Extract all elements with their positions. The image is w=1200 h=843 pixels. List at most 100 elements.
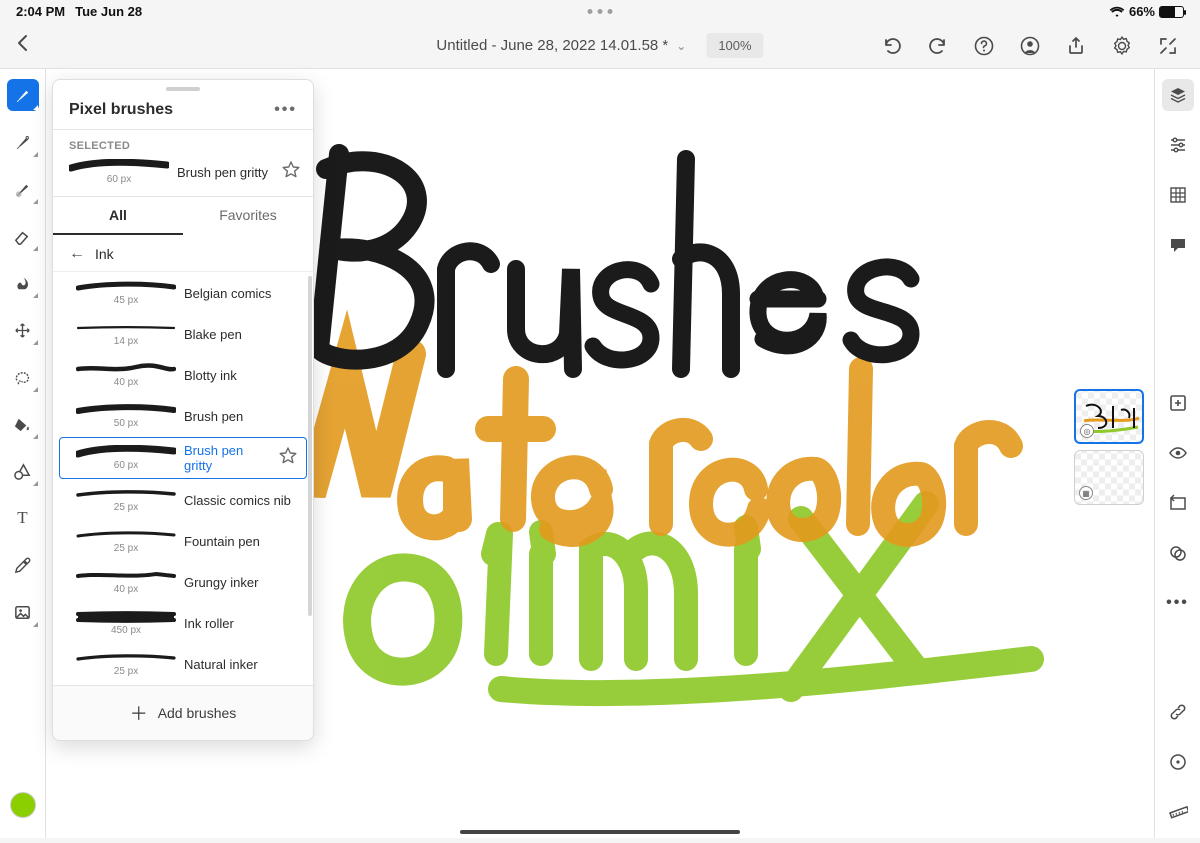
link-button[interactable] [1162, 696, 1194, 728]
brush-size: 50 px [114, 418, 138, 429]
chevron-down-icon[interactable]: ⌄ [676, 39, 686, 53]
popover-more-button[interactable]: ••• [274, 101, 297, 119]
add-layer-button[interactable] [1162, 387, 1194, 419]
ipad-status-bar: 2:04 PM Tue Jun 28 66% [0, 0, 1200, 23]
wifi-icon [1109, 6, 1125, 18]
brush-item[interactable]: 60 px Brush pen gritty [59, 437, 307, 479]
selected-brush-size: 60 px [107, 174, 131, 185]
brush-name: Fountain pen [184, 534, 298, 549]
undo-button[interactable] [882, 36, 902, 56]
battery-icon [1159, 6, 1184, 18]
status-date: Tue Jun 28 [75, 4, 142, 19]
brush-item[interactable]: 25 px Fountain pen [59, 521, 307, 561]
settings-button[interactable] [1112, 36, 1132, 56]
brush-list[interactable]: 45 px Belgian comics 14 px Blake pen 40 px Bl… [53, 272, 313, 685]
brush-name: Brush pen gritty [184, 443, 270, 473]
brush-name: Ink roller [184, 616, 298, 631]
back-button[interactable] [0, 34, 46, 58]
brush-size: 60 px [114, 460, 138, 471]
brush-size: 40 px [114, 377, 138, 388]
brush-name: Belgian comics [184, 286, 298, 301]
help-button[interactable] [974, 36, 994, 56]
brush-size: 45 px [114, 295, 138, 306]
layer-thumb-2[interactable]: ▦ [1074, 450, 1144, 505]
tool-fill[interactable] [7, 408, 39, 440]
brush-item[interactable]: 14 px Blake pen [59, 314, 307, 354]
popover-title: Pixel brushes [69, 101, 173, 119]
panel-layers[interactable] [1162, 79, 1194, 111]
tab-favorites[interactable]: Favorites [183, 197, 313, 235]
tool-shapes[interactable] [7, 455, 39, 487]
ruler-button[interactable] [1162, 796, 1194, 828]
brush-item[interactable]: 25 pxNatural inker [59, 644, 307, 684]
selected-brush-row[interactable]: 60 px Brush pen gritty [53, 154, 313, 196]
add-brushes-label: Add brushes [158, 705, 237, 721]
status-right: 66% [1109, 4, 1184, 19]
brush-size: 25 px [114, 666, 138, 677]
add-brushes-button[interactable]: ＋ Add brushes [53, 685, 313, 740]
panel-grid[interactable] [1162, 179, 1194, 211]
tool-image-placer[interactable] [7, 596, 39, 628]
brush-name: Grungy inker [184, 575, 298, 590]
scrollbar[interactable] [308, 276, 312, 616]
right-sidebar: ••• [1154, 69, 1200, 838]
status-time: 2:04 PM [16, 4, 65, 19]
brush-name: Brush pen [184, 409, 298, 424]
brush-name: Blake pen [184, 327, 298, 342]
brush-size: 25 px [114, 502, 138, 513]
brush-item[interactable]: 450 px Ink roller [59, 603, 307, 643]
tool-eraser[interactable] [7, 220, 39, 252]
brush-category-row[interactable]: ← Ink [53, 235, 313, 272]
visibility-button[interactable] [1162, 437, 1194, 469]
fullscreen-button[interactable] [1158, 36, 1178, 56]
tool-smudge[interactable] [7, 267, 39, 299]
brush-item[interactable]: 40 px Blotty ink [59, 355, 307, 395]
tool-transform[interactable] [7, 314, 39, 346]
brush-tabs: All Favorites [53, 197, 313, 235]
flip-button[interactable] [1162, 487, 1194, 519]
zoom-level[interactable]: 100% [706, 33, 763, 58]
appearance-button[interactable] [1162, 537, 1194, 569]
back-arrow-icon[interactable]: ← [69, 245, 85, 263]
tool-vector-brush[interactable] [7, 126, 39, 158]
brush-size: 40 px [114, 584, 138, 595]
color-swatch[interactable] [10, 792, 36, 818]
panel-comment[interactable] [1162, 229, 1194, 261]
document-title[interactable]: Untitled - June 28, 2022 14.01.58 * [436, 37, 668, 54]
plus-icon: ＋ [130, 700, 148, 726]
share-button[interactable] [1066, 36, 1086, 56]
favorite-star-icon[interactable] [278, 446, 298, 471]
brush-item[interactable]: 50 px Brush pen [59, 396, 307, 436]
selected-brush-name: Brush pen gritty [177, 165, 273, 180]
brush-name: Blotty ink [184, 368, 298, 383]
multitask-dots[interactable] [588, 9, 613, 14]
brush-item[interactable]: 40 px Grungy inker [59, 562, 307, 602]
account-button[interactable] [1020, 36, 1040, 56]
tab-all[interactable]: All [53, 197, 183, 235]
battery-percent: 66% [1129, 4, 1155, 19]
brush-item[interactable]: 45 px Belgian comics [59, 273, 307, 313]
layer-thumb-1[interactable]: ◎ [1074, 389, 1144, 444]
tool-watercolor-brush[interactable] [7, 173, 39, 205]
brush-item[interactable]: 25 pxClassic comics nib [59, 480, 307, 520]
redo-button[interactable] [928, 36, 948, 56]
rotate-button[interactable] [1162, 746, 1194, 778]
brush-size: 450 px [111, 625, 141, 636]
layer-thumbnails: ◎ ▦ [1074, 389, 1144, 505]
tool-lasso[interactable] [7, 361, 39, 393]
home-indicator[interactable] [460, 830, 740, 834]
panel-properties[interactable] [1162, 129, 1194, 161]
selected-label: SELECTED [53, 130, 313, 154]
tool-eyedropper[interactable] [7, 549, 39, 581]
favorite-star-icon[interactable] [281, 160, 301, 185]
tool-pixel-brush[interactable] [7, 79, 39, 111]
tool-text[interactable]: T [7, 502, 39, 534]
left-toolbar: T [0, 69, 46, 838]
brush-category: Ink [95, 246, 114, 262]
more-button[interactable]: ••• [1162, 587, 1194, 619]
brush-size: 14 px [114, 336, 138, 347]
popover-grip[interactable] [166, 87, 200, 91]
brush-popover: Pixel brushes ••• SELECTED 60 px Brush p… [52, 79, 314, 741]
brush-size: 25 px [114, 543, 138, 554]
app-header: Untitled - June 28, 2022 14.01.58 * ⌄ 10… [0, 23, 1200, 69]
